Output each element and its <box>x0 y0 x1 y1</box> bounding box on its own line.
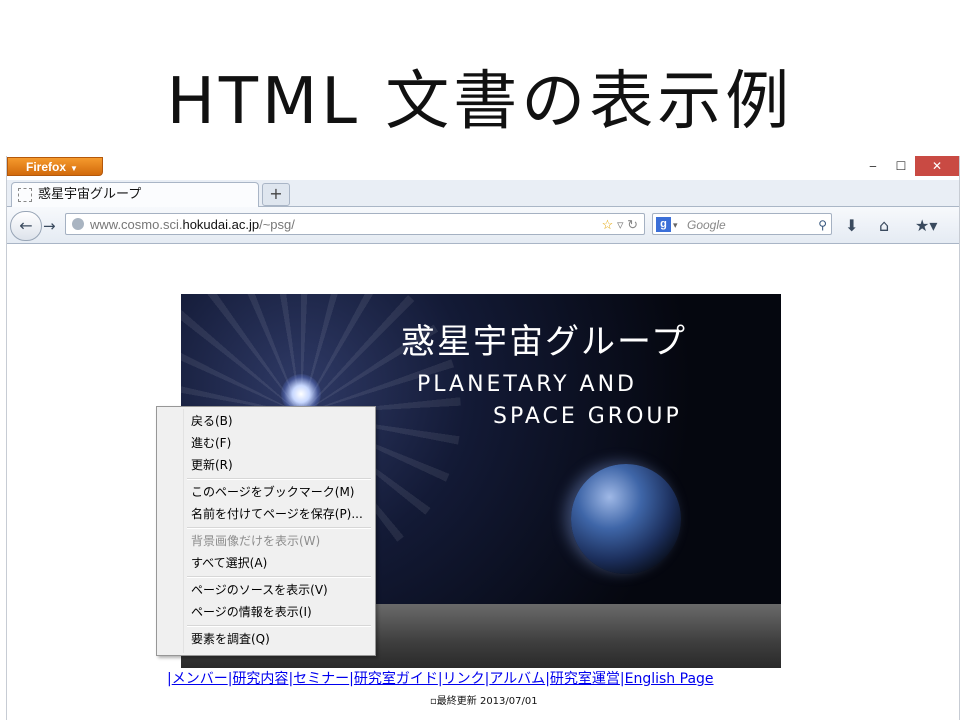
page-favicon-icon <box>18 188 32 202</box>
google-engine-icon[interactable]: g <box>656 217 671 232</box>
menu-item-back[interactable]: 戻る(B) <box>191 411 233 431</box>
home-button[interactable]: ⌂ <box>879 216 889 235</box>
menu-item-forward[interactable]: 進む(F) <box>191 433 231 453</box>
download-button[interactable]: ⬇ <box>845 216 858 235</box>
slide-title: HTML 文書の表示例 <box>166 65 794 139</box>
link-lab-management[interactable]: 研究室運営 <box>550 671 620 687</box>
url-path: /~psg/ <box>259 217 295 232</box>
close-button[interactable]: ✕ <box>915 156 959 176</box>
menu-separator <box>187 527 371 529</box>
last-updated-text: 最終更新 2013/07/01 <box>436 696 538 707</box>
link-members[interactable]: メンバー <box>172 671 228 687</box>
link-lab-guide[interactable]: 研究室ガイド <box>354 671 438 687</box>
menu-separator <box>187 478 371 480</box>
menu-gutter <box>183 409 184 653</box>
menu-item-view-source[interactable]: ページのソースを表示(V) <box>191 580 328 600</box>
engine-dropdown-icon[interactable]: ▾ <box>673 214 678 236</box>
globe-icon <box>72 218 84 230</box>
firefox-menu-button[interactable]: Firefox ▼ <box>7 157 103 176</box>
broken-image-icon: ▫ <box>430 696 437 707</box>
site-nav-links: |メンバー|研究内容|セミナー|研究室ガイド|リンク|アルバム|研究室運営|En… <box>167 671 714 687</box>
link-links[interactable]: リンク <box>443 671 485 687</box>
firefox-menu-label: Firefox <box>26 160 67 174</box>
url-bar[interactable]: www.cosmo.sci.hokudai.ac.jp/~psg/ ☆ ▿ ↻ <box>65 213 645 235</box>
link-album[interactable]: アルバム <box>489 671 545 687</box>
banner-title-jp: 惑星宇宙グループ <box>401 322 687 362</box>
forward-button[interactable]: → <box>43 217 56 235</box>
maximize-button[interactable]: ☐ <box>887 156 915 176</box>
tab-strip: 惑星宇宙グループ + <box>7 180 959 207</box>
navigation-toolbar: ← → www.cosmo.sci.hokudai.ac.jp/~psg/ ☆ … <box>7 207 959 244</box>
minimize-button[interactable]: ‒ <box>859 156 887 176</box>
link-seminar[interactable]: セミナー <box>293 671 349 687</box>
menu-item-page-info[interactable]: ページの情報を表示(I) <box>191 602 312 622</box>
tab-title: 惑星宇宙グループ <box>38 187 142 202</box>
history-dropdown-icon[interactable]: ▿ <box>617 217 624 232</box>
menu-item-bookmark[interactable]: このページをブックマーク(M) <box>191 482 354 502</box>
url-host: hokudai.ac.jp <box>182 217 260 232</box>
search-bar[interactable]: g ▾ Google ⚲ <box>652 213 832 235</box>
search-icon[interactable]: ⚲ <box>818 214 827 236</box>
new-tab-button[interactable]: + <box>262 183 290 206</box>
menu-separator <box>187 625 371 627</box>
url-prefix: www.cosmo.sci. <box>90 217 183 232</box>
menu-item-view-bg-image: 背景画像だけを表示(W) <box>191 534 321 548</box>
chevron-down-icon: ▼ <box>70 164 78 173</box>
search-placeholder: Google <box>687 218 726 232</box>
earth-planet <box>571 464 681 574</box>
menu-item-save-page[interactable]: 名前を付けてページを保存(P)... <box>191 504 363 524</box>
menu-item-reload[interactable]: 更新(R) <box>191 455 233 475</box>
link-research[interactable]: 研究内容 <box>232 671 288 687</box>
last-updated: ▫最終更新 2013/07/01 <box>430 692 538 707</box>
tab-active[interactable]: 惑星宇宙グループ <box>11 182 259 207</box>
banner-title-en-2: SPACE GROUP <box>493 404 682 429</box>
context-menu: 戻る(B) 進む(F) 更新(R) このページをブックマーク(M) 名前を付けて… <box>156 406 376 656</box>
link-english-page[interactable]: English Page <box>625 671 714 687</box>
back-button[interactable]: ← <box>10 211 42 241</box>
menu-item-inspect[interactable]: 要素を調査(Q) <box>191 629 270 649</box>
banner-title-en-1: PLANETARY AND <box>417 372 637 397</box>
browser-window: Firefox ▼ ‒ ☐ ✕ 惑星宇宙グループ + ← → www.cosmo.… <box>6 156 960 720</box>
title-bar: Firefox ▼ ‒ ☐ ✕ <box>7 156 959 180</box>
menu-separator <box>187 576 371 578</box>
bookmark-star-icon[interactable]: ☆ <box>602 217 614 232</box>
bookmarks-menu-button[interactable]: ★▾ <box>915 216 937 235</box>
page-content: 惑星宇宙グループ PLANETARY AND SPACE GROUP 戻る(B)… <box>7 244 959 720</box>
reload-icon[interactable]: ↻ <box>627 217 638 232</box>
menu-item-select-all[interactable]: すべて選択(A) <box>191 553 267 573</box>
